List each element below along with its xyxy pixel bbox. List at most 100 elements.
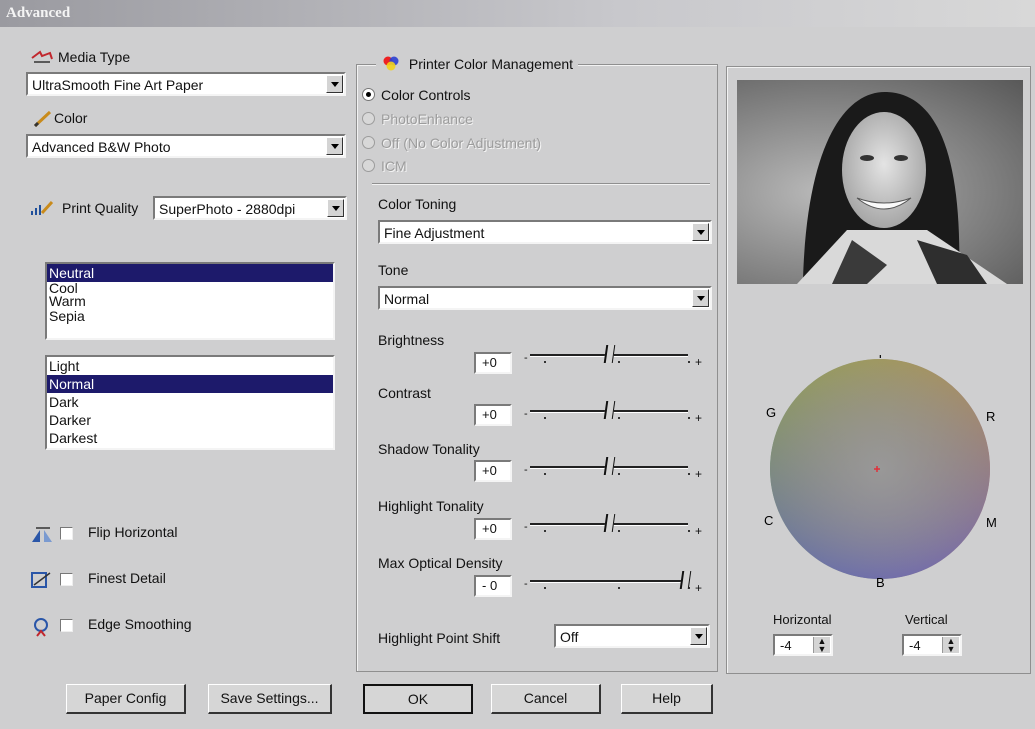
- contrast-value[interactable]: +0: [474, 404, 512, 426]
- chevron-down-icon[interactable]: [690, 627, 707, 645]
- tone-select[interactable]: Normal: [378, 286, 712, 310]
- edge-smoothing-checkbox[interactable]: [60, 619, 73, 632]
- slider-tick: [544, 417, 546, 419]
- list-item[interactable]: Light: [47, 357, 333, 375]
- title-bar: Advanced: [0, 0, 1035, 27]
- color-toning-select[interactable]: Fine Adjustment: [378, 220, 712, 244]
- plus-icon: +: [694, 355, 702, 369]
- brightness-slider[interactable]: - +: [524, 345, 704, 371]
- plus-icon: +: [694, 467, 702, 481]
- vertical-value: -4: [909, 638, 921, 653]
- radio-dot: [362, 159, 375, 172]
- slider-tick: [618, 361, 620, 363]
- list-item[interactable]: Cool: [47, 281, 333, 295]
- max-optical-density-label: Max Optical Density: [378, 555, 503, 571]
- highlight-point-shift-label: Highlight Point Shift: [378, 630, 501, 646]
- slider-tick: [544, 587, 546, 589]
- density-listbox[interactable]: Light Normal Dark Darker Darkest: [45, 355, 335, 450]
- brightness-label: Brightness: [378, 332, 445, 348]
- vertical-spinner[interactable]: -4 ▲ ▼: [902, 634, 962, 656]
- shadow-tonality-value[interactable]: +0: [474, 460, 512, 482]
- print-quality-select[interactable]: SuperPhoto - 2880dpi: [153, 196, 347, 220]
- flip-horizontal-label: Flip Horizontal: [88, 524, 178, 540]
- tone-listbox[interactable]: Neutral Cool Warm Sepia: [45, 262, 335, 340]
- minus-icon: -: [524, 521, 528, 533]
- radio-off-no-color-adjustment[interactable]: Off (No Color Adjustment): [362, 135, 541, 151]
- cancel-button[interactable]: Cancel: [491, 684, 601, 714]
- slider-thumb[interactable]: [603, 345, 616, 363]
- media-type-value: UltraSmooth Fine Art Paper: [32, 77, 204, 93]
- slider-tick: [544, 530, 546, 532]
- edge-smoothing-icon: [34, 618, 48, 637]
- minus-icon: -: [524, 464, 528, 476]
- color-wheel-area: Y G R C M B: [758, 346, 1018, 595]
- print-quality-value: SuperPhoto - 2880dpi: [159, 201, 296, 217]
- max-optical-density-slider[interactable]: - +: [524, 571, 704, 597]
- slider-tick: [544, 361, 546, 363]
- list-item[interactable]: Darker: [47, 411, 333, 429]
- slider-thumb[interactable]: [603, 457, 616, 475]
- chevron-down-icon[interactable]: [692, 223, 709, 241]
- list-item[interactable]: Dark: [47, 393, 333, 411]
- radio-photoenhance[interactable]: PhotoEnhance: [362, 111, 473, 127]
- save-settings-button[interactable]: Save Settings...: [208, 684, 332, 714]
- radio-icm[interactable]: ICM: [362, 158, 407, 174]
- chevron-down-icon[interactable]: [326, 137, 343, 155]
- list-item[interactable]: Warm: [47, 294, 333, 309]
- portrait-photo: [797, 91, 1007, 284]
- highlight-point-shift-select[interactable]: Off: [554, 624, 710, 648]
- minus-icon: -: [524, 578, 528, 590]
- help-button[interactable]: Help: [621, 684, 713, 714]
- color-wheel[interactable]: Y G R C M B: [758, 346, 1018, 595]
- slider-tick: [618, 587, 620, 589]
- wheel-label-m: M: [986, 515, 997, 530]
- slider-thumb[interactable]: [603, 401, 616, 419]
- list-item[interactable]: Darkest: [47, 429, 333, 447]
- ok-button[interactable]: OK: [363, 684, 473, 714]
- contrast-slider[interactable]: - +: [524, 401, 704, 427]
- shadow-tonality-label: Shadow Tonality: [378, 441, 480, 457]
- flip-horizontal-checkbox[interactable]: [60, 527, 73, 540]
- color-management-title: Printer Color Management: [376, 55, 579, 73]
- plus-icon: +: [694, 524, 702, 538]
- spinner-arrows-icon[interactable]: ▲ ▼: [942, 637, 959, 654]
- wheel-label-c: C: [764, 513, 773, 528]
- media-type-select[interactable]: UltraSmooth Fine Art Paper: [26, 72, 346, 96]
- flip-horizontal-icon: [32, 527, 52, 542]
- brightness-value[interactable]: +0: [474, 352, 512, 374]
- spinner-arrows-icon[interactable]: ▲ ▼: [813, 637, 830, 654]
- horizontal-value: -4: [780, 638, 792, 653]
- paper-config-button[interactable]: Paper Config: [66, 684, 186, 714]
- shadow-tonality-slider[interactable]: - +: [524, 457, 704, 483]
- color-select[interactable]: Advanced B&W Photo: [26, 134, 346, 158]
- plus-icon: +: [694, 581, 702, 595]
- wheel-label-b: B: [876, 575, 885, 590]
- slider-thumb[interactable]: [603, 514, 616, 532]
- radio-color-controls[interactable]: Color Controls: [362, 87, 470, 103]
- horizontal-spinner[interactable]: -4 ▲ ▼: [773, 634, 833, 656]
- wheel-label-g: G: [766, 405, 776, 420]
- print-quality-label: Print Quality: [62, 200, 139, 216]
- color-management-icon: [383, 56, 399, 71]
- color-label: Color: [54, 110, 88, 126]
- contrast-label: Contrast: [378, 385, 431, 401]
- highlight-tonality-slider[interactable]: - +: [524, 514, 704, 540]
- chevron-down-icon[interactable]: [326, 75, 343, 93]
- plus-icon: +: [694, 411, 702, 425]
- list-item[interactable]: Normal: [47, 375, 333, 393]
- list-item[interactable]: Neutral: [47, 264, 333, 282]
- list-item[interactable]: Sepia: [47, 309, 333, 324]
- radio-label: Off (No Color Adjustment): [381, 135, 542, 151]
- edge-smoothing-label: Edge Smoothing: [88, 616, 192, 632]
- chevron-down-icon[interactable]: [327, 199, 344, 217]
- highlight-tonality-value[interactable]: +0: [474, 518, 512, 540]
- slider-tick: [618, 530, 620, 532]
- finest-detail-checkbox[interactable]: [60, 573, 73, 586]
- max-optical-density-value[interactable]: - 0: [474, 575, 512, 597]
- chevron-down-icon[interactable]: [692, 289, 709, 307]
- color-icon: [33, 110, 52, 128]
- radio-dot: [362, 136, 375, 149]
- tone-value: Normal: [384, 291, 430, 307]
- slider-tick: [688, 530, 690, 532]
- color-toning-label: Color Toning: [378, 196, 457, 212]
